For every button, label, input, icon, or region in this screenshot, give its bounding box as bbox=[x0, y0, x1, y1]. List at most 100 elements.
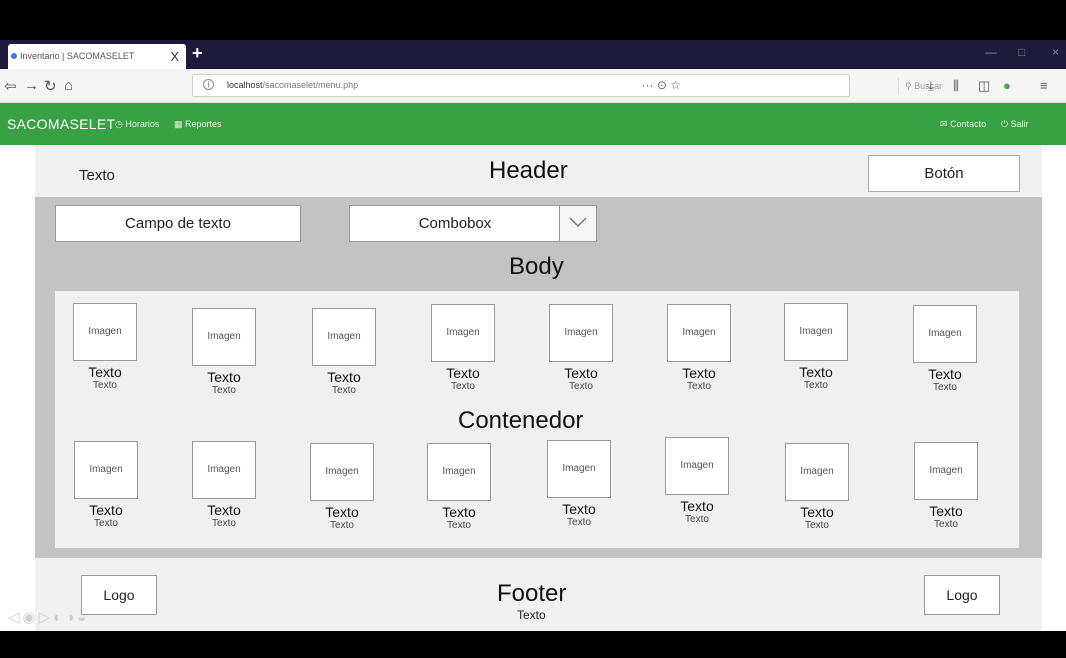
card-subtitle: Texto bbox=[93, 380, 117, 391]
back-icon[interactable]: ⇦ bbox=[4, 77, 17, 95]
card-subtitle: Texto bbox=[569, 381, 593, 392]
card-title: Texto bbox=[325, 504, 359, 520]
item-card[interactable]: Imagen Texto Texto bbox=[910, 305, 980, 394]
card-subtitle: Texto bbox=[330, 520, 354, 531]
app-navbar: SACOMASELET ◷ Horarios ▦ Reportes ✉ Cont… bbox=[0, 103, 1066, 145]
info-icon[interactable]: i bbox=[203, 79, 214, 90]
item-card[interactable]: Imagen Texto Texto bbox=[189, 441, 259, 530]
url-bar[interactable]: i localhost/sacomaselet/menu.php ··· ⊙ ☆… bbox=[192, 74, 942, 97]
card-subtitle: Texto bbox=[685, 514, 709, 525]
image-placeholder: Imagen bbox=[665, 437, 729, 495]
card-subtitle: Texto bbox=[567, 517, 591, 528]
footer-logo-right: Logo bbox=[924, 575, 1000, 615]
close-window-icon[interactable]: × bbox=[1052, 45, 1059, 59]
image-placeholder: Imagen bbox=[192, 441, 256, 499]
footer-title: Footer bbox=[497, 580, 567, 607]
video-controls[interactable]: ◁◉▷◐◑◒ bbox=[8, 608, 89, 626]
maximize-icon[interactable]: □ bbox=[1018, 45, 1025, 59]
item-card[interactable]: Imagen Texto Texto bbox=[428, 304, 498, 393]
url-text: localhost/sacomaselet/menu.php bbox=[227, 80, 359, 90]
card-subtitle: Texto bbox=[212, 518, 236, 529]
card-title: Texto bbox=[89, 502, 123, 518]
download-icon[interactable]: ⤓ bbox=[928, 78, 934, 94]
extension-icon[interactable]: ● bbox=[1003, 78, 1011, 93]
item-card[interactable]: Imagen Texto Texto bbox=[662, 437, 732, 526]
card-title: Texto bbox=[442, 504, 476, 520]
clock-icon: ◷ bbox=[115, 119, 123, 129]
reload-icon[interactable]: ↻ bbox=[44, 77, 57, 95]
mail-icon: ✉ bbox=[940, 119, 948, 129]
image-placeholder: Imagen bbox=[914, 442, 978, 500]
card-title: Texto bbox=[799, 364, 833, 380]
item-card[interactable]: Imagen Texto Texto bbox=[309, 308, 379, 397]
text-field[interactable]: Campo de texto bbox=[55, 205, 301, 242]
footer-text: Texto bbox=[517, 608, 546, 622]
image-placeholder: Imagen bbox=[74, 441, 138, 499]
item-card[interactable]: Imagen Texto Texto bbox=[424, 443, 494, 532]
item-card[interactable]: Imagen Texto Texto bbox=[781, 303, 851, 392]
card-subtitle: Texto bbox=[687, 381, 711, 392]
nav-reportes[interactable]: ▦ Reportes bbox=[174, 119, 222, 130]
item-card[interactable]: Imagen Texto Texto bbox=[782, 443, 852, 532]
card-subtitle: Texto bbox=[447, 520, 471, 531]
card-subtitle: Texto bbox=[94, 518, 118, 529]
image-placeholder: Imagen bbox=[785, 443, 849, 501]
brand[interactable]: SACOMASELET bbox=[7, 116, 115, 132]
nav-contacto[interactable]: ✉ Contacto bbox=[940, 119, 986, 130]
card-title: Texto bbox=[929, 503, 963, 519]
chevron-down-icon bbox=[569, 217, 587, 228]
image-placeholder: Imagen bbox=[549, 304, 613, 362]
card-subtitle: Texto bbox=[451, 381, 475, 392]
card-subtitle: Texto bbox=[332, 385, 356, 396]
item-card[interactable]: Imagen Texto Texto bbox=[546, 304, 616, 393]
item-card[interactable]: Imagen Texto Texto bbox=[71, 441, 141, 530]
card-title: Texto bbox=[446, 365, 480, 381]
home-icon[interactable]: ⌂ bbox=[64, 77, 73, 94]
header-button[interactable]: Botón bbox=[868, 155, 1020, 192]
item-card[interactable]: Imagen Texto Texto bbox=[664, 304, 734, 393]
search-input[interactable]: ⚲ Buscar bbox=[898, 78, 1038, 95]
card-title: Texto bbox=[562, 501, 596, 517]
header-title: Header bbox=[489, 157, 568, 184]
item-card[interactable]: Imagen Texto Texto bbox=[911, 442, 981, 531]
browser-navbar: ⇦ → ↻ ⌂ i localhost/sacomaselet/menu.php… bbox=[0, 69, 1066, 103]
card-title: Texto bbox=[207, 502, 241, 518]
card-subtitle: Texto bbox=[212, 385, 236, 396]
new-tab-icon[interactable]: + bbox=[192, 43, 203, 64]
forward-icon[interactable]: → bbox=[24, 77, 39, 94]
menu-icon[interactable]: ≡ bbox=[1040, 78, 1048, 93]
image-placeholder: Imagen bbox=[73, 303, 137, 361]
nav-horarios[interactable]: ◷ Horarios bbox=[115, 119, 159, 130]
browser-tab[interactable]: Inventario | SACOMASELET X bbox=[8, 44, 186, 69]
page-actions-icon[interactable]: ··· ⊙ ☆ bbox=[642, 78, 681, 92]
body-title: Body bbox=[509, 253, 564, 280]
card-title: Texto bbox=[88, 364, 122, 380]
power-icon: ⏻ bbox=[1001, 119, 1009, 129]
item-card[interactable]: Imagen Texto Texto bbox=[70, 303, 140, 392]
image-placeholder: Imagen bbox=[312, 308, 376, 366]
nav-salir[interactable]: ⏻ Salir bbox=[1001, 119, 1029, 130]
minimize-icon[interactable]: — bbox=[985, 45, 997, 59]
tab-close-icon[interactable]: X bbox=[170, 49, 179, 64]
item-card[interactable]: Imagen Texto Texto bbox=[189, 308, 259, 397]
item-card[interactable]: Imagen Texto Texto bbox=[544, 440, 614, 529]
card-subtitle: Texto bbox=[805, 520, 829, 531]
card-subtitle: Texto bbox=[804, 380, 828, 391]
image-placeholder: Imagen bbox=[667, 304, 731, 362]
container-title: Contenedor bbox=[458, 407, 584, 434]
card-title: Texto bbox=[564, 365, 598, 381]
card-title: Texto bbox=[327, 369, 361, 385]
browser-tab-bar: Inventario | SACOMASELET X bbox=[0, 40, 1066, 69]
image-placeholder: Imagen bbox=[547, 440, 611, 498]
card-subtitle: Texto bbox=[934, 519, 958, 530]
card-title: Texto bbox=[207, 369, 241, 385]
item-card[interactable]: Imagen Texto Texto bbox=[307, 443, 377, 532]
combobox-toggle[interactable] bbox=[559, 206, 596, 241]
favicon-icon bbox=[11, 53, 17, 59]
library-icon[interactable]: ⫼ bbox=[953, 78, 959, 94]
combobox[interactable]: Combobox bbox=[349, 205, 597, 242]
combobox-value: Combobox bbox=[418, 215, 492, 232]
sidebar-icon[interactable]: ◫ bbox=[978, 78, 990, 94]
card-title: Texto bbox=[800, 504, 834, 520]
video-bottom-bar bbox=[0, 631, 1066, 658]
